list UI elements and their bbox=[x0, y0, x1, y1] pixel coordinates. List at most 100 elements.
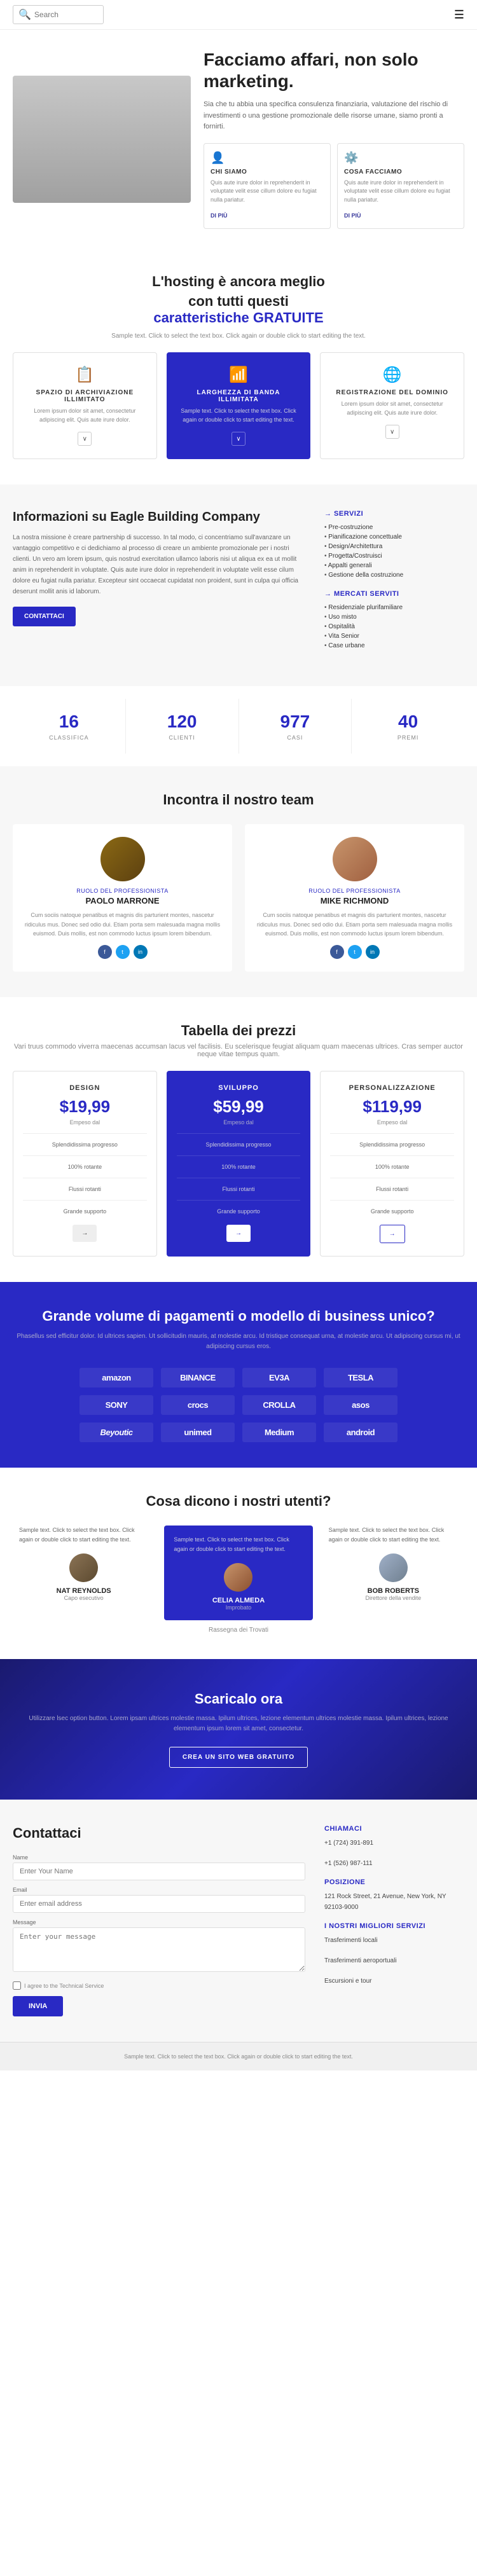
pricing-title: Tabella dei prezzi bbox=[13, 1023, 464, 1039]
plan-per-sviluppo: Empeso dal bbox=[177, 1119, 301, 1126]
storage-arrow[interactable]: ∨ bbox=[78, 432, 92, 446]
search-bar[interactable]: 🔍 bbox=[13, 5, 104, 24]
stat-clienti: 120 CLIENTI bbox=[126, 699, 239, 754]
pricing-description: Vari truus commodo viverra maecenas accu… bbox=[13, 1043, 464, 1058]
plan-button-personalizzazione[interactable]: → bbox=[380, 1225, 405, 1243]
hosting-card-bandwidth: 📶 LARGHEZZA DI BANDA ILLIMITATA Sample t… bbox=[167, 352, 311, 459]
storage-desc: Lorem ipsum dolor sit amet, consectetur … bbox=[23, 407, 147, 424]
about-link[interactable]: DI PIÙ bbox=[211, 212, 228, 219]
navbar: 🔍 ☰ bbox=[0, 0, 477, 30]
download-title: Scaricalo ora bbox=[13, 1691, 464, 1707]
plan-feature-1-sviluppo: Splendidissima progresso bbox=[177, 1139, 301, 1150]
brand-crocs-text: crocs bbox=[188, 1400, 208, 1410]
team-avatar-paolo bbox=[100, 837, 145, 881]
testimonials-title: Cosa dicono i nostri utenti? bbox=[13, 1493, 464, 1510]
testimonials-bottom: Rassegna dei Trovati bbox=[13, 1627, 464, 1634]
linkedin-icon-paolo[interactable]: in bbox=[134, 945, 148, 959]
plan-price-design: $19,99 bbox=[23, 1097, 147, 1117]
checkbox-field: I agree to the Technical Service bbox=[13, 1981, 305, 1990]
plan-feature-3-sviluppo: Flussi rotanti bbox=[177, 1183, 301, 1195]
plan-feature-3-design: Flussi rotanti bbox=[23, 1183, 147, 1195]
brand-asos-text: asos bbox=[352, 1400, 370, 1410]
hero-cards: 👤 CHI SIAMO Quis aute irure dolor in rep… bbox=[204, 143, 464, 230]
eagle-contact-button[interactable]: CONTATTACI bbox=[13, 607, 76, 626]
facebook-icon-mike[interactable]: f bbox=[330, 945, 344, 959]
footer: Sample text. Click to select the text bo… bbox=[0, 2042, 477, 2070]
plan-per-personalizzazione: Empeso dal bbox=[330, 1119, 454, 1126]
name-input[interactable] bbox=[13, 1863, 305, 1880]
payment-section: Grande volume di pagamenti o modello di … bbox=[0, 1282, 477, 1468]
hero-section: Facciamo affari, non solo marketing. Sia… bbox=[0, 30, 477, 248]
team-avatar-mike bbox=[333, 837, 377, 881]
plan-name-personalizzazione: PERSONALIZZAZIONE bbox=[330, 1084, 454, 1092]
brand-amazon: amazon bbox=[80, 1368, 153, 1388]
testimonial-avatar-bob bbox=[379, 1553, 408, 1582]
hosting-card-storage: 📋 SPAZIO DI ARCHIVIAZIONE ILLIMITATO Lor… bbox=[13, 352, 157, 459]
testimonial-name-nat: NAT REYNOLDS bbox=[19, 1587, 148, 1595]
stats-section: 16 CLASSIFICA 120 CLIENTI 977 CASI 40 PR… bbox=[0, 686, 477, 766]
domain-arrow[interactable]: ∨ bbox=[385, 425, 399, 439]
services-desc: Quis aute irure dolor in reprehenderit i… bbox=[344, 179, 457, 205]
terms-checkbox[interactable] bbox=[13, 1981, 21, 1990]
footer-text: Sample text. Click to select the text bo… bbox=[13, 2052, 464, 2061]
services-section-title: → SERVIZI bbox=[324, 510, 464, 518]
storage-icon: 📋 bbox=[23, 366, 147, 384]
team-desc-paolo: Cum sociis natoque penatibus et magnis d… bbox=[22, 911, 223, 938]
team-title: Incontra il nostro team bbox=[13, 792, 464, 808]
brand-android-text: android bbox=[347, 1428, 375, 1437]
plan-button-design[interactable]: → bbox=[73, 1225, 97, 1242]
linkedin-icon-mike[interactable]: in bbox=[366, 945, 380, 959]
services-title: COSA FACCIAMO bbox=[344, 169, 457, 176]
plan-price-personalizzazione: $119,99 bbox=[330, 1097, 454, 1117]
facebook-icon-paolo[interactable]: f bbox=[98, 945, 112, 959]
domain-title: REGISTRAZIONE DEL DOMINIO bbox=[330, 389, 454, 396]
testimonial-bob: Sample text. Click to select the text bo… bbox=[322, 1526, 464, 1620]
twitter-icon-mike[interactable]: t bbox=[348, 945, 362, 959]
hosting-subtitle1: con tutti questi bbox=[13, 293, 464, 310]
name-field: Name bbox=[13, 1854, 305, 1880]
testimonial-nat: Sample text. Click to select the text bo… bbox=[13, 1526, 155, 1620]
testimonial-avatar-celia bbox=[224, 1563, 252, 1592]
brand-tesla-text: TESLA bbox=[348, 1373, 373, 1382]
twitter-icon-paolo[interactable]: t bbox=[116, 945, 130, 959]
team-card-paolo: Ruolo del professionista PAOLO MARRONE C… bbox=[13, 824, 232, 971]
bandwidth-icon: 📶 bbox=[177, 366, 301, 384]
plan-feature-2-design: 100% rotante bbox=[23, 1161, 147, 1173]
services-link[interactable]: DI PIÙ bbox=[344, 212, 361, 219]
team-name-paolo: PAOLO MARRONE bbox=[22, 896, 223, 906]
email-input[interactable] bbox=[13, 1895, 305, 1913]
download-description: Utilizzare lsec option button. Lorem ips… bbox=[13, 1714, 464, 1734]
menu-icon[interactable]: ☰ bbox=[454, 8, 464, 22]
contact-form-area: Contattaci Name Email Message I agree to… bbox=[13, 1825, 305, 2016]
hero-image bbox=[13, 76, 191, 203]
chiamaci-title: CHIAMACI bbox=[324, 1825, 464, 1833]
eagle-section: Informazioni su Eagle Building Company L… bbox=[0, 485, 477, 686]
testimonial-name-bob: BOB ROBERTS bbox=[329, 1587, 458, 1595]
hosting-subtitle2: caratteristiche GRATUITE bbox=[13, 310, 464, 326]
contact-info-area: CHIAMACI +1 (724) 391-891 +1 (526) 987-1… bbox=[324, 1825, 464, 2016]
testimonials-section: Cosa dicono i nostri utenti? Sample text… bbox=[0, 1468, 477, 1659]
download-button[interactable]: CREA UN SITO WEB GRATUITO bbox=[169, 1747, 308, 1768]
brands-grid: amazon BINANCE EV3A TESLA SONY crocs CRO… bbox=[80, 1368, 398, 1442]
stat-number-clienti: 120 bbox=[132, 712, 232, 732]
hero-person-image bbox=[13, 76, 191, 203]
testimonial-celia: Sample text. Click to select the text bo… bbox=[164, 1526, 312, 1620]
hero-content: Facciamo affari, non solo marketing. Sia… bbox=[204, 49, 464, 229]
eagle-description: La nostra missione è creare partnership … bbox=[13, 532, 305, 597]
plan-button-sviluppo[interactable]: → bbox=[226, 1225, 251, 1242]
submit-button[interactable]: INVIA bbox=[13, 1996, 63, 2016]
message-input[interactable] bbox=[13, 1927, 305, 1972]
brand-unimed: unimed bbox=[161, 1422, 235, 1442]
message-field: Message bbox=[13, 1919, 305, 1975]
service-item: Gestione della costruzione bbox=[324, 570, 464, 580]
message-label: Message bbox=[13, 1919, 305, 1925]
bandwidth-arrow[interactable]: ∨ bbox=[232, 432, 245, 446]
search-input[interactable] bbox=[34, 10, 98, 19]
bandwidth-desc: Sample text. Click to select the text bo… bbox=[177, 407, 301, 424]
plan-price-sviluppo: $59,99 bbox=[177, 1097, 301, 1117]
bandwidth-title: LARGHEZZA DI BANDA ILLIMITATA bbox=[177, 389, 301, 403]
email-field: Email bbox=[13, 1887, 305, 1913]
testimonial-text-celia: Sample text. Click to select the text bo… bbox=[174, 1535, 303, 1553]
brand-medium: Medium bbox=[242, 1422, 316, 1442]
hosting-title: L'hosting è ancora meglio bbox=[13, 273, 464, 290]
